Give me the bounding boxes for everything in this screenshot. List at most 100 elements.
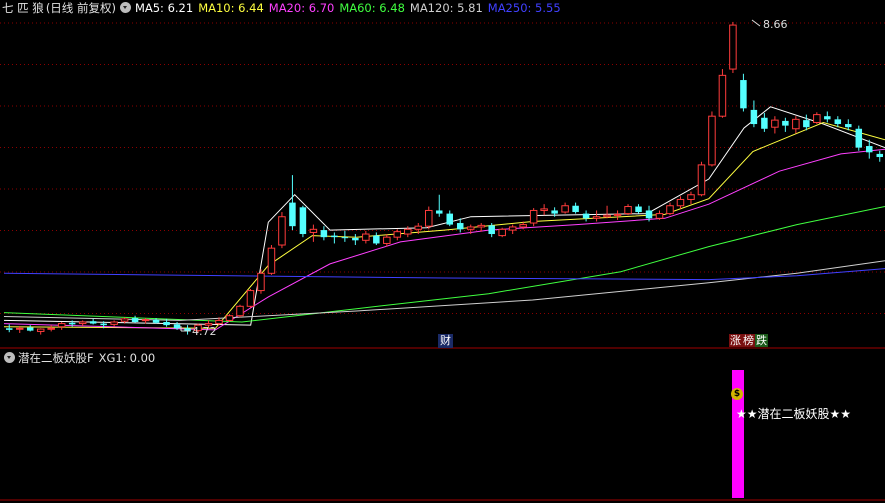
candle-body[interactable] (309, 228, 318, 233)
candle-body[interactable] (676, 198, 685, 207)
main-header: 七 匹 狼 (日线 前复权) MA5: 6.21 MA10: 6.44 MA20: 6.… (2, 0, 571, 16)
candle-body[interactable] (141, 319, 150, 322)
candle-body[interactable] (163, 322, 170, 326)
limit-up-tag[interactable]: 涨 (729, 334, 742, 347)
candle-body[interactable] (592, 216, 601, 219)
candle-body[interactable] (866, 146, 873, 153)
candle-body[interactable] (729, 24, 737, 70)
candle-body[interactable] (246, 290, 255, 307)
candle-body[interactable] (466, 226, 475, 230)
candle-body[interactable] (404, 228, 412, 235)
candle-body[interactable] (414, 225, 423, 230)
candle-body[interactable] (803, 120, 810, 128)
candle-body[interactable] (708, 115, 716, 166)
candle-body[interactable] (331, 235, 338, 238)
candle-body[interactable] (320, 230, 328, 238)
candle-body[interactable] (15, 327, 24, 330)
candle-body[interactable] (718, 74, 727, 117)
candle-body[interactable] (299, 207, 307, 235)
candle-body[interactable] (824, 116, 831, 120)
candle-body[interactable] (26, 327, 34, 331)
candle-body[interactable] (572, 205, 579, 213)
candle-body[interactable] (373, 235, 380, 244)
candle-body[interactable] (508, 226, 517, 231)
candle-body[interactable] (498, 228, 506, 237)
candle-body[interactable] (876, 153, 884, 158)
candle-body[interactable] (624, 206, 632, 215)
candle-body[interactable] (845, 124, 852, 128)
ma-legend-item: MA60: 6.48 (339, 1, 405, 15)
candle-body[interactable] (488, 225, 495, 235)
indicator-collapse-icon[interactable] (4, 352, 15, 363)
candle-body[interactable] (477, 224, 485, 228)
ma-line-ma120 (3, 260, 885, 321)
candle-body[interactable] (561, 205, 569, 213)
candle-body[interactable] (173, 324, 181, 329)
candle-body[interactable] (289, 202, 296, 227)
candle-body[interactable] (131, 318, 139, 323)
limit-down-tag[interactable]: 跌 (755, 334, 768, 347)
ma-line-ma250 (3, 268, 885, 281)
candle-body[interactable] (5, 328, 13, 330)
candle-body[interactable] (529, 209, 538, 224)
candle-body[interactable] (57, 323, 66, 328)
money-bag-icon: $ (731, 388, 743, 400)
candle-body[interactable] (603, 214, 611, 218)
candle-body[interactable] (383, 236, 391, 244)
candle-body[interactable] (215, 319, 223, 325)
candle-body[interactable] (236, 305, 244, 317)
candle-body[interactable] (225, 315, 234, 321)
candle-body[interactable] (697, 164, 706, 196)
candle-body[interactable] (771, 119, 779, 128)
candle-body[interactable] (89, 321, 97, 324)
candle-body[interactable] (36, 328, 45, 332)
candle-body[interactable] (655, 213, 664, 219)
candle-body[interactable] (740, 80, 747, 109)
candle-body[interactable] (352, 237, 359, 241)
ma-legend-item: MA5: 6.21 (134, 1, 194, 15)
candle-body[interactable] (152, 319, 160, 323)
candle-body[interactable] (613, 213, 622, 216)
candle-body[interactable] (278, 216, 286, 246)
candle-body[interactable] (257, 272, 265, 292)
stock-name[interactable]: 七 匹 狼 (2, 1, 44, 15)
collapse-icon[interactable] (119, 2, 131, 13)
candle-body[interactable] (687, 194, 695, 200)
candle-body[interactable] (519, 224, 527, 228)
candle-body[interactable] (792, 118, 800, 130)
candle-body[interactable] (540, 208, 548, 211)
candle-body[interactable] (635, 206, 642, 213)
candle-body[interactable] (813, 114, 821, 123)
candle-body[interactable] (855, 128, 863, 148)
candle-body[interactable] (750, 109, 758, 125)
candle-body[interactable] (425, 209, 433, 227)
candle-body[interactable] (110, 321, 118, 325)
period-label[interactable]: (日线 前复权) (46, 1, 116, 15)
candle-body[interactable] (100, 323, 107, 326)
candle-body[interactable] (834, 119, 842, 125)
candle-body[interactable] (645, 210, 653, 219)
candle-body[interactable] (267, 247, 276, 274)
candle-body[interactable] (78, 321, 87, 325)
finance-tag[interactable]: 财 (438, 334, 453, 348)
candle-body[interactable] (761, 117, 768, 129)
candle-body[interactable] (341, 237, 349, 239)
candle-body[interactable] (666, 205, 674, 215)
rank-tag[interactable]: 榜 (742, 334, 755, 347)
candle-body[interactable] (446, 213, 453, 225)
candle-body[interactable] (47, 327, 55, 330)
kline-chart[interactable] (0, 0, 885, 503)
candle-body[interactable] (362, 233, 370, 241)
candle-body[interactable] (782, 120, 789, 126)
candle-body[interactable] (120, 318, 129, 322)
ma-legend-item: MA20: 6.70 (268, 1, 335, 15)
candle-body[interactable] (456, 223, 464, 230)
candle-body[interactable] (393, 231, 402, 238)
candle-body[interactable] (436, 210, 443, 214)
limit-tag-group[interactable]: 涨榜跌 (729, 334, 768, 348)
indicator-name[interactable]: 潜在二板妖股F (18, 351, 94, 365)
candle-body[interactable] (551, 210, 558, 214)
ma-legend-item: MA10: 6.44 (198, 1, 264, 15)
candle-body[interactable] (582, 213, 590, 219)
candle-body[interactable] (68, 322, 76, 325)
